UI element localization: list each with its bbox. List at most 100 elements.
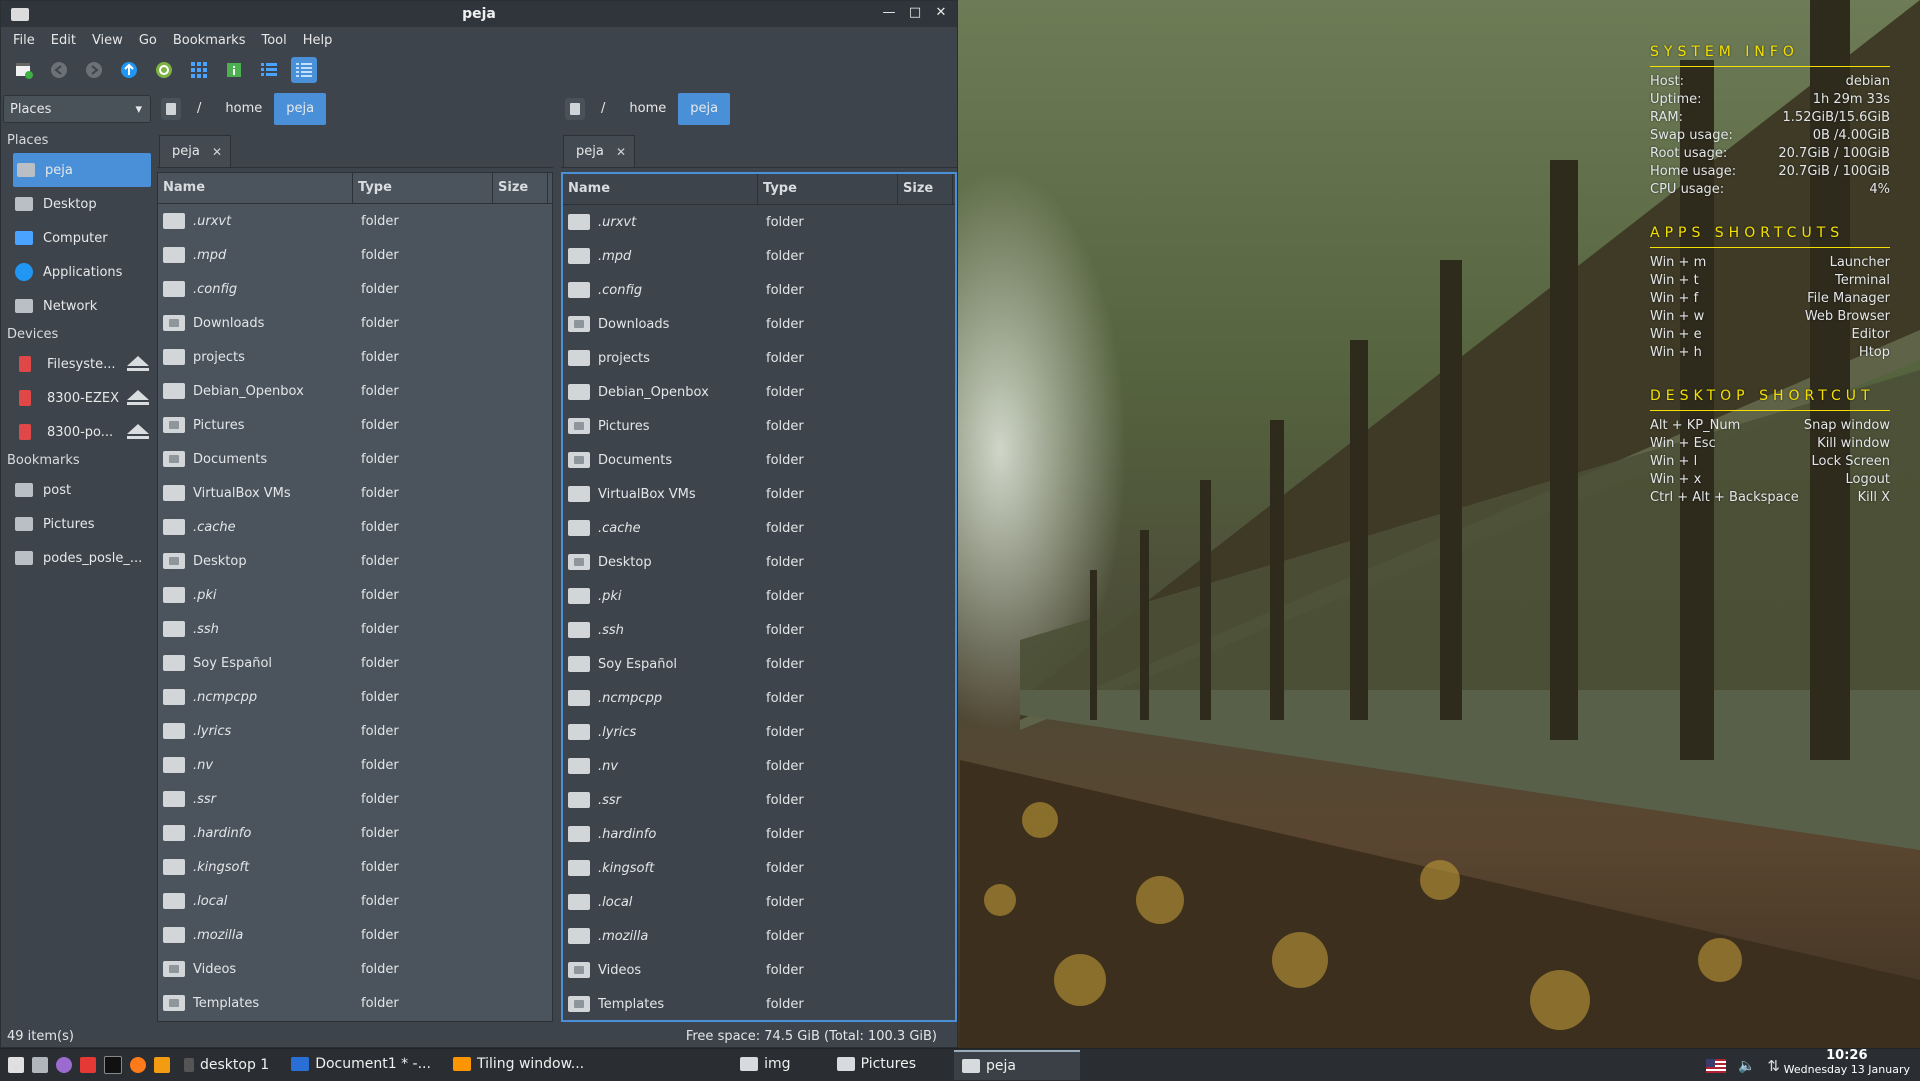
file-row[interactable]: .nv folder	[158, 748, 552, 782]
eject-icon[interactable]	[127, 390, 149, 405]
menu-bookmarks[interactable]: Bookmarks	[165, 33, 254, 48]
file-row[interactable]: projects folder	[563, 341, 955, 375]
vlc-icon[interactable]	[154, 1057, 170, 1073]
file-row[interactable]: .pki folder	[158, 578, 552, 612]
bookmarks-item-pictures[interactable]: Pictures	[1, 507, 153, 541]
crumb-peja[interactable]: peja	[274, 93, 327, 125]
file-row[interactable]: Desktop folder	[563, 545, 955, 579]
file-row[interactable]: .cache folder	[158, 510, 552, 544]
devices-item-8300-po-[interactable]: 8300-po...	[1, 415, 153, 449]
file-row[interactable]: .cache folder	[563, 511, 955, 545]
files-launcher-icon[interactable]	[32, 1057, 48, 1073]
side-pane-mode-select[interactable]: Places ▾	[3, 95, 151, 123]
taskbar-window-button[interactable]: Pictures	[829, 1050, 924, 1078]
file-row[interactable]: Videos folder	[158, 952, 552, 986]
tab-peja[interactable]: peja ✕	[563, 135, 635, 167]
menu-edit[interactable]: Edit	[43, 33, 84, 48]
file-row[interactable]: Pictures folder	[563, 409, 955, 443]
desktop-switcher[interactable]: desktop 1	[176, 1051, 277, 1079]
close-tab-icon[interactable]: ✕	[616, 145, 626, 159]
devices-item-8300-ezex[interactable]: 8300-EZEX	[1, 381, 153, 415]
file-row[interactable]: .ssh folder	[158, 612, 552, 646]
menu-go[interactable]: Go	[131, 33, 165, 48]
column-size[interactable]: Size	[898, 174, 953, 204]
file-row[interactable]: .ncmpcpp folder	[158, 680, 552, 714]
crumb-root[interactable]: /	[589, 93, 617, 125]
firefox-icon[interactable]	[130, 1057, 146, 1073]
crumb-home[interactable]: home	[617, 93, 678, 125]
close-button[interactable]: ✕	[933, 4, 949, 22]
file-row[interactable]: Documents folder	[563, 443, 955, 477]
taskbar-window-button[interactable]: Document1 * -...	[283, 1050, 439, 1078]
file-row[interactable]: .config folder	[563, 273, 955, 307]
menu-help[interactable]: Help	[295, 33, 341, 48]
places-item-peja[interactable]: peja	[13, 153, 151, 187]
file-row[interactable]: Debian_Openbox folder	[563, 375, 955, 409]
file-row[interactable]: Templates folder	[563, 987, 955, 1020]
file-row[interactable]: .mpd folder	[563, 239, 955, 273]
column-type[interactable]: Type	[758, 174, 898, 204]
menu-tool[interactable]: Tool	[253, 33, 294, 48]
file-row[interactable]: .hardinfo folder	[563, 817, 955, 851]
new-window-icon[interactable]	[11, 57, 37, 83]
file-row[interactable]: .config folder	[158, 272, 552, 306]
volume-icon[interactable]: 🔈	[1738, 1058, 1755, 1074]
file-row[interactable]: VirtualBox VMs folder	[158, 476, 552, 510]
taskbar-window-button[interactable]: img	[732, 1050, 798, 1078]
file-row[interactable]: .pki folder	[563, 579, 955, 613]
file-row[interactable]: Downloads folder	[158, 306, 552, 340]
file-row[interactable]: .lyrics folder	[158, 714, 552, 748]
crumb-home[interactable]: home	[213, 93, 274, 125]
bookmarks-item-podes-posle-[interactable]: podes_posle_...	[1, 541, 153, 575]
close-tab-icon[interactable]: ✕	[212, 145, 222, 159]
column-type[interactable]: Type	[353, 173, 493, 203]
places-item-computer[interactable]: Computer	[1, 221, 153, 255]
title-bar[interactable]: peja — □ ✕	[1, 1, 957, 27]
file-row[interactable]: .urxvt folder	[563, 205, 955, 239]
file-row[interactable]: Pictures folder	[158, 408, 552, 442]
file-row[interactable]: .kingsoft folder	[563, 851, 955, 885]
file-row[interactable]: .lyrics folder	[563, 715, 955, 749]
file-row[interactable]: .local folder	[158, 884, 552, 918]
clock[interactable]: 10:26 Wednesday 13 January	[1784, 1049, 1910, 1077]
reload-icon[interactable]	[151, 57, 177, 83]
places-item-desktop[interactable]: Desktop	[1, 187, 153, 221]
places-item-applications[interactable]: Applications	[1, 255, 153, 289]
file-row[interactable]: Debian_Openbox folder	[158, 374, 552, 408]
tab-peja[interactable]: peja ✕	[159, 135, 231, 167]
crumb-peja[interactable]: peja	[678, 93, 731, 125]
menu-file[interactable]: File	[5, 33, 43, 48]
file-row[interactable]: .ssh folder	[563, 613, 955, 647]
column-name[interactable]: Name	[158, 173, 353, 203]
detailed-list-view-icon[interactable]	[291, 57, 317, 83]
file-row[interactable]: Desktop folder	[158, 544, 552, 578]
file-row[interactable]: .kingsoft folder	[158, 850, 552, 884]
file-row[interactable]: .local folder	[563, 885, 955, 919]
app-launcher-icon[interactable]	[80, 1057, 96, 1073]
file-row[interactable]: .ssr folder	[563, 783, 955, 817]
menu-icon[interactable]	[8, 1057, 24, 1073]
file-row[interactable]: Soy Español folder	[158, 646, 552, 680]
settings-launcher-icon[interactable]	[56, 1057, 72, 1073]
terminal-icon[interactable]	[104, 1056, 122, 1074]
file-row[interactable]: Documents folder	[158, 442, 552, 476]
crumb-root[interactable]: /	[185, 93, 213, 125]
column-name[interactable]: Name	[563, 174, 758, 204]
thumbnail-view-icon[interactable]	[221, 57, 247, 83]
taskbar-window-button[interactable]: peja	[954, 1050, 1081, 1080]
back-icon[interactable]	[46, 57, 72, 83]
file-row[interactable]: .mozilla folder	[158, 918, 552, 952]
file-row[interactable]: Soy Español folder	[563, 647, 955, 681]
file-row[interactable]: Downloads folder	[563, 307, 955, 341]
file-row[interactable]: .mozilla folder	[563, 919, 955, 953]
eject-icon[interactable]	[127, 356, 149, 371]
file-row[interactable]: VirtualBox VMs folder	[563, 477, 955, 511]
places-item-network[interactable]: Network	[1, 289, 153, 323]
devices-item-filesyste-[interactable]: Filesyste...	[1, 347, 153, 381]
file-row[interactable]: .mpd folder	[158, 238, 552, 272]
file-row[interactable]: .ncmpcpp folder	[563, 681, 955, 715]
column-size[interactable]: Size	[493, 173, 548, 203]
forward-icon[interactable]	[81, 57, 107, 83]
file-row[interactable]: .ssr folder	[158, 782, 552, 816]
icon-view-icon[interactable]	[186, 57, 212, 83]
